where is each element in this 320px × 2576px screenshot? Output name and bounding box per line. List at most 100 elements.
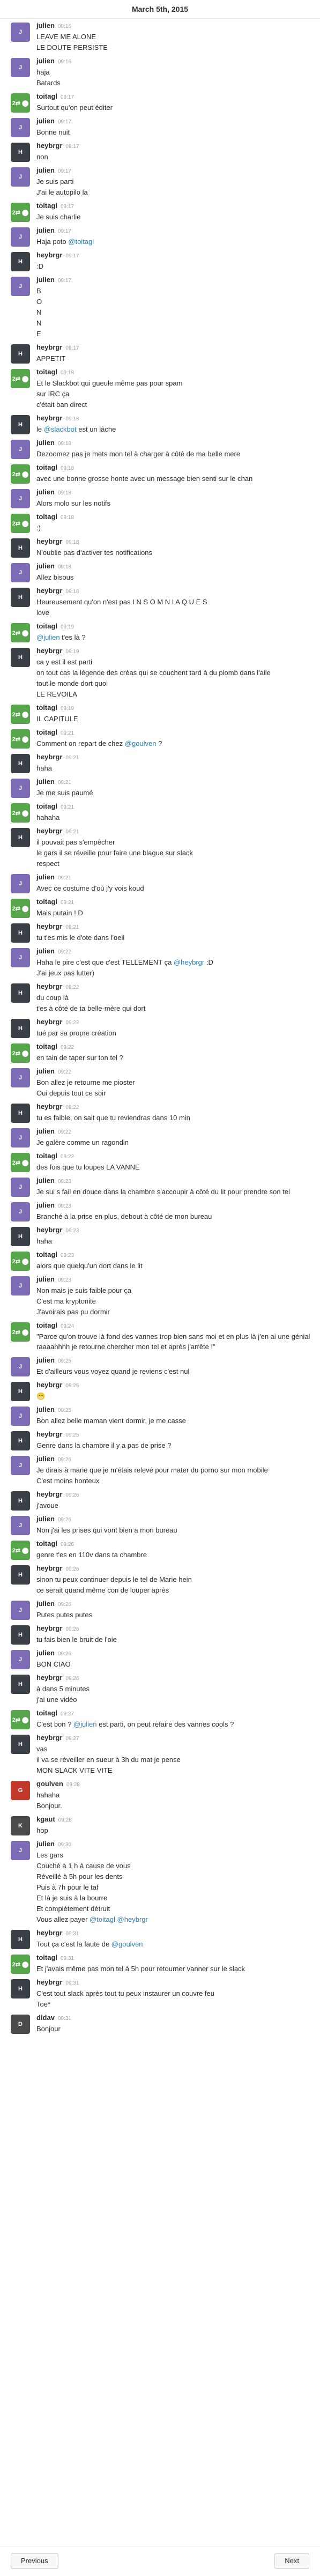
avatar[interactable]: J	[11, 1456, 30, 1475]
author-name[interactable]: toitagl	[36, 463, 57, 471]
user-mention-link[interactable]: @heybrgr	[117, 1915, 148, 1923]
author-name[interactable]: toitagl	[36, 622, 57, 630]
avatar[interactable]: J	[11, 779, 30, 798]
author-name[interactable]: toitagl	[36, 513, 57, 521]
avatar[interactable]: H	[11, 1104, 30, 1123]
avatar[interactable]: H	[11, 983, 30, 1003]
avatar[interactable]: 2⇄ ⬤	[11, 899, 30, 918]
avatar[interactable]: H	[11, 1019, 30, 1038]
avatar[interactable]: H	[11, 344, 30, 364]
avatar[interactable]: H	[11, 923, 30, 943]
author-name[interactable]: heybrgr	[36, 827, 62, 835]
avatar[interactable]: H	[11, 252, 30, 271]
author-name[interactable]: toitagl	[36, 704, 57, 712]
avatar[interactable]: J	[11, 489, 30, 508]
author-name[interactable]: heybrgr	[36, 647, 62, 655]
author-name[interactable]: heybrgr	[36, 414, 62, 422]
author-name[interactable]: heybrgr	[36, 1226, 62, 1234]
avatar[interactable]: 2⇄ ⬤	[11, 464, 30, 484]
author-name[interactable]: heybrgr	[36, 251, 62, 259]
author-name[interactable]: toitagl	[36, 1152, 57, 1160]
author-name[interactable]: julien	[36, 1275, 55, 1283]
user-mention-link[interactable]: @goulven	[125, 739, 157, 747]
avatar[interactable]: H	[11, 538, 30, 558]
author-name[interactable]: toitagl	[36, 1321, 57, 1329]
avatar[interactable]: J	[11, 23, 30, 42]
user-mention-link[interactable]: @julien	[73, 1720, 97, 1728]
avatar[interactable]: 2⇄ ⬤	[11, 203, 30, 222]
author-name[interactable]: julien	[36, 1840, 55, 1848]
avatar[interactable]: J	[11, 167, 30, 187]
avatar[interactable]: 2⇄ ⬤	[11, 1043, 30, 1063]
author-name[interactable]: heybrgr	[36, 1564, 62, 1572]
avatar[interactable]: 2⇄ ⬤	[11, 1541, 30, 1560]
author-name[interactable]: toitagl	[36, 1953, 57, 1961]
author-name[interactable]: julien	[36, 57, 55, 65]
avatar[interactable]: 2⇄ ⬤	[11, 1710, 30, 1729]
author-name[interactable]: julien	[36, 1649, 55, 1657]
avatar[interactable]: J	[11, 874, 30, 893]
author-name[interactable]: julien	[36, 1515, 55, 1523]
author-name[interactable]: heybrgr	[36, 537, 62, 545]
avatar[interactable]: H	[11, 1565, 30, 1585]
user-mention-link[interactable]: @heybrgr	[174, 958, 204, 966]
avatar[interactable]: 2⇄ ⬤	[11, 1252, 30, 1271]
author-name[interactable]: heybrgr	[36, 1018, 62, 1026]
avatar[interactable]: H	[11, 588, 30, 607]
author-name[interactable]: heybrgr	[36, 1624, 62, 1632]
author-name[interactable]: toitagl	[36, 802, 57, 810]
author-name[interactable]: toitagl	[36, 1250, 57, 1259]
avatar[interactable]: H	[11, 754, 30, 773]
author-name[interactable]: julien	[36, 778, 55, 786]
avatar[interactable]: J	[11, 1516, 30, 1535]
user-mention-link[interactable]: @slackbot	[44, 425, 77, 433]
avatar[interactable]: J	[11, 1128, 30, 1148]
author-name[interactable]: heybrgr	[36, 1929, 62, 1937]
author-name[interactable]: julien	[36, 562, 55, 570]
author-name[interactable]: toitagl	[36, 728, 57, 736]
author-name[interactable]: heybrgr	[36, 1978, 62, 1986]
avatar[interactable]: H	[11, 1431, 30, 1450]
avatar[interactable]: H	[11, 1735, 30, 1754]
avatar[interactable]: G	[11, 1781, 30, 1800]
avatar[interactable]: 2⇄ ⬤	[11, 729, 30, 749]
author-name[interactable]: julien	[36, 1201, 55, 1209]
avatar[interactable]: J	[11, 1601, 30, 1620]
author-name[interactable]: heybrgr	[36, 587, 62, 595]
avatar[interactable]: 2⇄ ⬤	[11, 1955, 30, 1974]
avatar[interactable]: H	[11, 1930, 30, 1949]
avatar[interactable]: J	[11, 1650, 30, 1669]
previous-button[interactable]: Previous	[11, 2553, 58, 2569]
avatar[interactable]: 2⇄ ⬤	[11, 623, 30, 642]
author-name[interactable]: heybrgr	[36, 1381, 62, 1389]
avatar[interactable]: J	[11, 1841, 30, 1860]
author-name[interactable]: julien	[36, 1067, 55, 1075]
author-name[interactable]: julien	[36, 1600, 55, 1608]
author-name[interactable]: julien	[36, 488, 55, 496]
author-name[interactable]: toitagl	[36, 368, 57, 376]
author-name[interactable]: heybrgr	[36, 1734, 62, 1742]
author-name[interactable]: heybrgr	[36, 1490, 62, 1498]
author-name[interactable]: toitagl	[36, 92, 57, 100]
avatar[interactable]: H	[11, 415, 30, 434]
author-name[interactable]: heybrgr	[36, 1674, 62, 1682]
avatar[interactable]: 2⇄ ⬤	[11, 93, 30, 113]
avatar[interactable]: J	[11, 563, 30, 582]
avatar[interactable]: J	[11, 440, 30, 459]
avatar[interactable]: K	[11, 1816, 30, 1835]
author-name[interactable]: heybrgr	[36, 142, 62, 150]
author-name[interactable]: kgaut	[36, 1815, 55, 1823]
avatar[interactable]: H	[11, 1625, 30, 1645]
author-name[interactable]: julien	[36, 226, 55, 234]
avatar[interactable]: J	[11, 948, 30, 967]
author-name[interactable]: julien	[36, 1405, 55, 1413]
author-name[interactable]: toitagl	[36, 1709, 57, 1717]
avatar[interactable]: D	[11, 2015, 30, 2034]
avatar[interactable]: J	[11, 1202, 30, 1222]
author-name[interactable]: toitagl	[36, 1539, 57, 1548]
avatar[interactable]: J	[11, 1068, 30, 1087]
avatar[interactable]: H	[11, 1227, 30, 1246]
author-name[interactable]: heybrgr	[36, 753, 62, 761]
author-name[interactable]: julien	[36, 947, 55, 955]
author-name[interactable]: julien	[36, 1127, 55, 1135]
